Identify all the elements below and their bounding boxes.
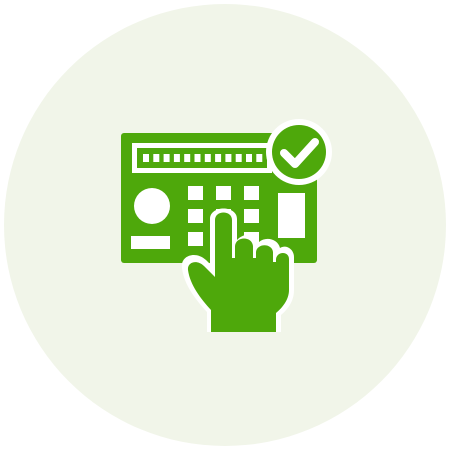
display-segment xyxy=(235,154,242,162)
label-slot xyxy=(131,236,170,249)
display-segment xyxy=(256,154,263,162)
display-segment xyxy=(143,154,149,162)
keypad-key xyxy=(244,209,259,223)
display-segment xyxy=(246,154,252,162)
display-segment xyxy=(194,154,201,162)
keypad-key xyxy=(188,232,203,246)
keypad-key xyxy=(188,209,203,223)
checkmark-badge-icon xyxy=(266,119,332,185)
icon-stage xyxy=(0,0,450,450)
display-segment xyxy=(225,154,232,162)
display-segment xyxy=(204,154,211,162)
display-segment xyxy=(153,154,160,162)
display-segment xyxy=(163,154,170,162)
keypad-key xyxy=(216,186,231,200)
display-segment xyxy=(184,154,191,162)
keypad-key xyxy=(188,186,203,200)
control-panel-touch-icon xyxy=(121,119,332,332)
side-display xyxy=(278,193,305,238)
display-segment xyxy=(215,154,222,162)
dial-knob xyxy=(134,188,170,224)
keypad-key xyxy=(244,186,259,200)
display-segment xyxy=(173,154,180,162)
